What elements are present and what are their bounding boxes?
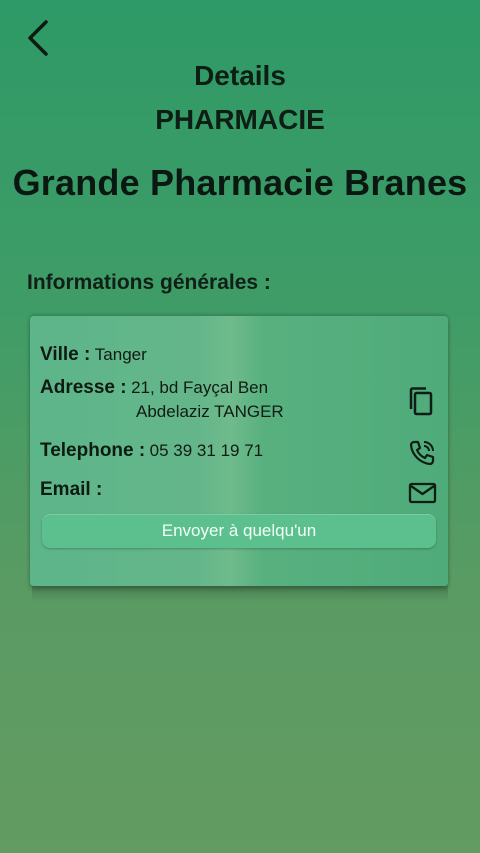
chevron-left-icon: [28, 20, 48, 56]
adresse-label: Adresse :: [40, 377, 127, 398]
ville-row: Ville : Tanger: [40, 344, 147, 366]
adresse-line2: Abdelaziz TANGER: [136, 402, 284, 421]
telephone-label: Telephone :: [40, 440, 146, 461]
section-title: Informations générales :: [27, 271, 271, 294]
copy-icon[interactable]: [406, 386, 436, 418]
ville-value: Tanger: [94, 345, 147, 364]
email-label: Email :: [40, 479, 103, 500]
back-button[interactable]: [20, 16, 60, 60]
email-row: Email :: [40, 479, 102, 501]
phone-call-icon[interactable]: [408, 439, 436, 467]
info-card: Ville : Tanger Adresse : 21, bd Fayçal B…: [30, 316, 448, 586]
page-title: Details: [194, 60, 286, 91]
card-shadow: [32, 586, 448, 602]
mail-icon[interactable]: [408, 481, 438, 505]
telephone-row: Telephone : 05 39 31 19 71: [40, 440, 263, 462]
adresse-row: Adresse : 21, bd Fayçal Ben: [40, 377, 268, 399]
ville-label: Ville :: [40, 344, 91, 365]
pharmacy-name: Grande Pharmacie Branes: [12, 162, 468, 203]
adresse-line1: 21, bd Fayçal Ben: [131, 378, 269, 397]
telephone-value: 05 39 31 19 71: [149, 441, 264, 460]
send-to-someone-button[interactable]: Envoyer à quelqu'un: [42, 514, 436, 548]
page-subtitle: PHARMACIE: [155, 104, 325, 135]
